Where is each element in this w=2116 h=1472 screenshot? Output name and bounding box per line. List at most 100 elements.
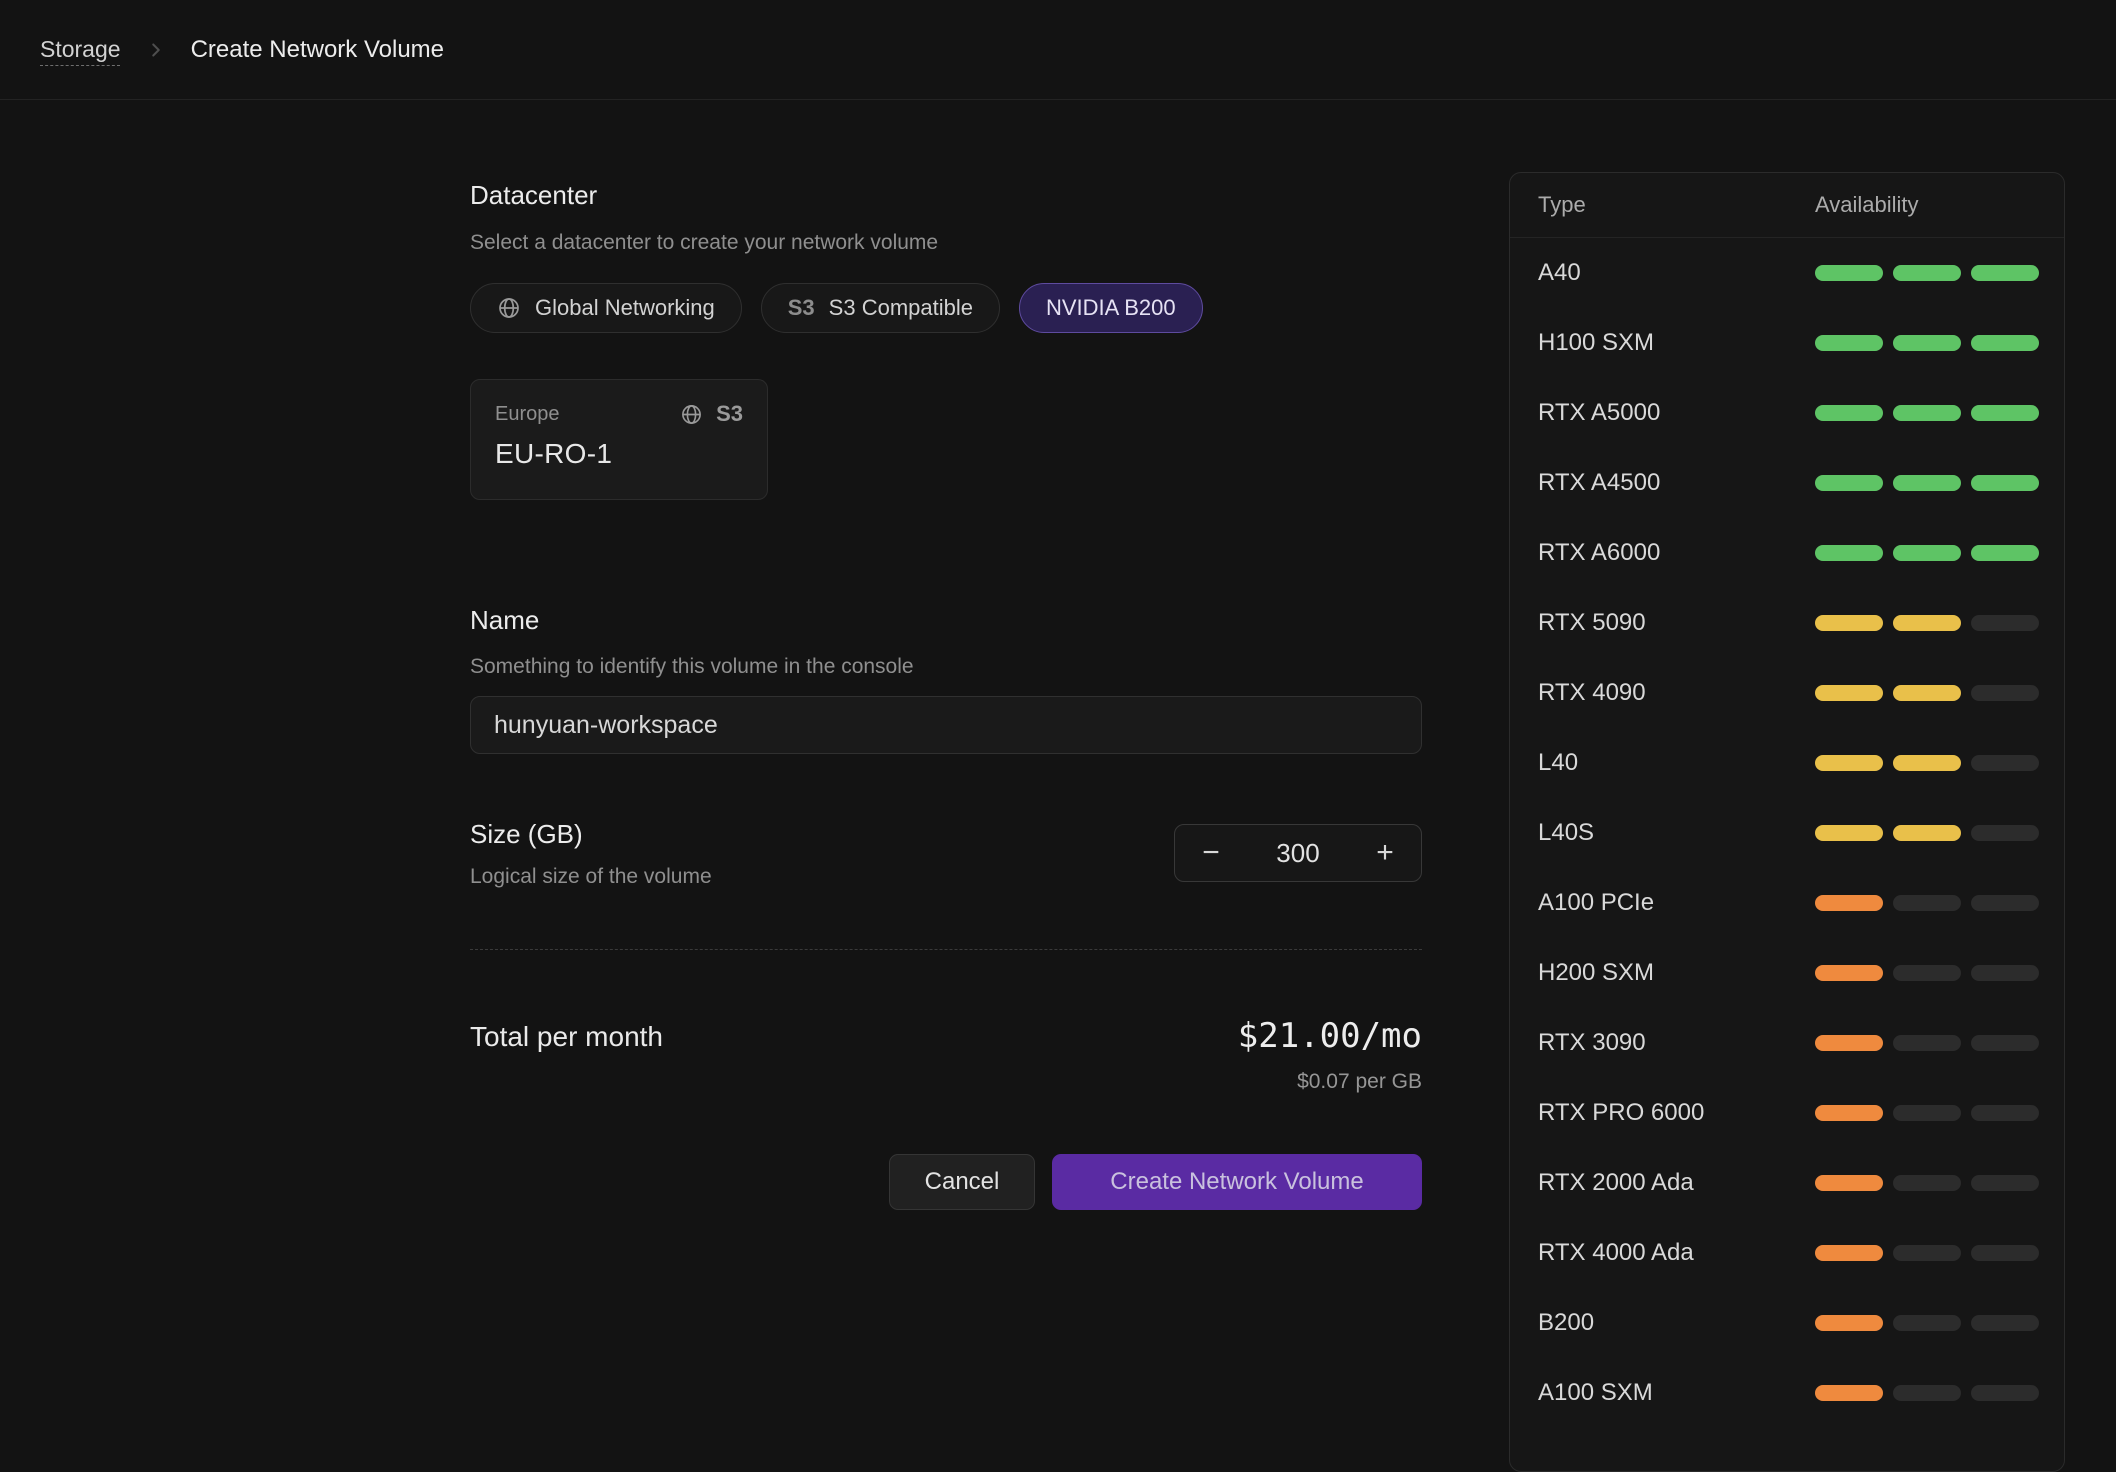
availability-bar-empty (1971, 825, 2039, 841)
availability-bar-filled (1815, 895, 1883, 911)
availability-meter (1815, 265, 2039, 281)
size-section-subtitle: Logical size of the volume (470, 863, 712, 891)
availability-bar-empty (1893, 1245, 1961, 1261)
availability-rows: A40H100 SXMRTX A5000RTX A4500RTX A6000RT… (1510, 238, 2064, 1428)
table-row: RTX PRO 6000 (1510, 1078, 2064, 1148)
column-header-availability: Availability (1815, 192, 1919, 218)
availability-bar-empty (1971, 1245, 2039, 1261)
table-row: A40 (1510, 238, 2064, 308)
availability-bar-filled (1971, 405, 2039, 421)
availability-bar-filled (1815, 545, 1883, 561)
availability-bar-filled (1815, 265, 1883, 281)
gpu-type-label: A100 PCIe (1510, 889, 1815, 917)
availability-bar-empty (1971, 1035, 2039, 1051)
create-network-volume-button[interactable]: Create Network Volume (1052, 1154, 1422, 1210)
increment-button[interactable]: + (1349, 838, 1421, 868)
availability-bar-filled (1815, 615, 1883, 631)
gpu-type-label: A100 SXM (1510, 1379, 1815, 1407)
chevron-right-icon (145, 39, 167, 61)
gpu-type-label: B200 (1510, 1309, 1815, 1337)
availability-bar-empty (1971, 685, 2039, 701)
size-stepper: − 300 + (1174, 824, 1422, 882)
availability-bar-filled (1815, 755, 1883, 771)
availability-bar-filled (1815, 825, 1883, 841)
availability-bar-empty (1971, 965, 2039, 981)
availability-meter (1815, 1245, 2039, 1261)
availability-bar-filled (1971, 545, 2039, 561)
availability-meter (1815, 685, 2039, 701)
availability-bar-filled (1893, 335, 1961, 351)
table-row: A100 SXM (1510, 1358, 2064, 1428)
filter-s3-compatible[interactable]: S3 S3 Compatible (761, 283, 1000, 333)
table-row: RTX 4090 (1510, 658, 2064, 728)
filter-global-networking[interactable]: Global Networking (470, 283, 742, 333)
decrement-button[interactable]: − (1175, 838, 1247, 868)
availability-table-header: Type Availability (1510, 173, 2064, 238)
breadcrumb-storage-link[interactable]: Storage (40, 36, 121, 63)
availability-meter (1815, 1105, 2039, 1121)
availability-meter (1815, 825, 2039, 841)
name-section-title: Name (470, 603, 1422, 637)
globe-icon (680, 403, 703, 426)
availability-bar-filled (1815, 685, 1883, 701)
table-row: B200 (1510, 1288, 2064, 1358)
size-value[interactable]: 300 (1247, 838, 1349, 869)
table-row: L40S (1510, 798, 2064, 868)
availability-bar-filled (1893, 265, 1961, 281)
availability-bar-empty (1971, 1315, 2039, 1331)
total-per-month-label: Total per month (470, 1021, 663, 1053)
gpu-type-label: RTX A4500 (1510, 469, 1815, 497)
s3-badge: S3 (716, 401, 743, 427)
availability-meter (1815, 755, 2039, 771)
gpu-type-label: RTX 3090 (1510, 1029, 1815, 1057)
availability-bar-filled (1893, 405, 1961, 421)
availability-meter (1815, 1035, 2039, 1051)
filter-nvidia-b200[interactable]: NVIDIA B200 (1019, 283, 1203, 333)
filter-label: Global Networking (535, 295, 715, 321)
gpu-type-label: A40 (1510, 259, 1815, 287)
gpu-type-label: RTX 5090 (1510, 609, 1815, 637)
cancel-button[interactable]: Cancel (889, 1154, 1035, 1210)
availability-bar-empty (1893, 1175, 1961, 1191)
availability-meter (1815, 965, 2039, 981)
availability-bar-filled (1815, 405, 1883, 421)
unit-price: $0.07 per GB (1238, 1070, 1422, 1094)
total-price: $21.00/mo (1238, 1016, 1422, 1056)
gpu-type-label: RTX A5000 (1510, 399, 1815, 427)
table-row: A100 PCIe (1510, 868, 2064, 938)
gpu-type-label: RTX 2000 Ada (1510, 1169, 1815, 1197)
availability-meter (1815, 335, 2039, 351)
form-actions: Cancel Create Network Volume (470, 1154, 1422, 1210)
gpu-type-label: RTX A6000 (1510, 539, 1815, 567)
availability-bar-filled (1815, 1245, 1883, 1261)
availability-meter (1815, 475, 2039, 491)
availability-bar-empty (1971, 755, 2039, 771)
table-row: RTX 5090 (1510, 588, 2064, 658)
availability-bar-filled (1893, 615, 1961, 631)
availability-bar-filled (1815, 1385, 1883, 1401)
availability-bar-empty (1893, 895, 1961, 911)
availability-meter (1815, 545, 2039, 561)
availability-bar-filled (1971, 475, 2039, 491)
table-row: RTX 2000 Ada (1510, 1148, 2064, 1218)
create-volume-form: Datacenter Select a datacenter to create… (470, 100, 1422, 1210)
datacenter-card-eu-ro-1[interactable]: Europe S3 EU-RO-1 (470, 379, 768, 500)
availability-bar-filled (1815, 1105, 1883, 1121)
datacenter-section-title: Datacenter (470, 178, 1422, 212)
availability-bar-filled (1893, 475, 1961, 491)
availability-bar-filled (1815, 1315, 1883, 1331)
availability-bar-filled (1815, 335, 1883, 351)
availability-bar-empty (1893, 1035, 1961, 1051)
volume-name-input[interactable] (470, 696, 1422, 754)
availability-bar-empty (1893, 965, 1961, 981)
availability-bar-empty (1893, 1105, 1961, 1121)
availability-bar-filled (1815, 1175, 1883, 1191)
availability-bar-empty (1971, 1105, 2039, 1121)
availability-bar-filled (1971, 265, 2039, 281)
table-row: RTX 4000 Ada (1510, 1218, 2064, 1288)
availability-meter (1815, 1175, 2039, 1191)
availability-meter (1815, 405, 2039, 421)
availability-bar-filled (1893, 755, 1961, 771)
availability-meter (1815, 1315, 2039, 1331)
column-header-type: Type (1510, 192, 1815, 218)
